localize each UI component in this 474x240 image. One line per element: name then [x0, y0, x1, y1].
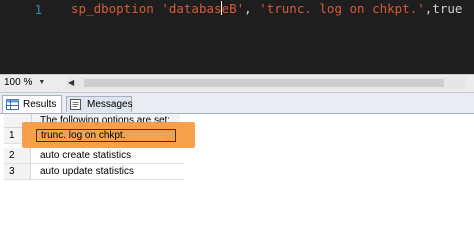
code-comma: , — [244, 1, 260, 16]
table-row[interactable]: 2 auto create statistics — [4, 148, 184, 164]
table-cell[interactable]: auto create statistics — [32, 148, 182, 163]
code-value: true — [432, 1, 463, 16]
zoom-select[interactable]: 100 % ▼ — [4, 76, 59, 89]
tab-results[interactable]: Results — [2, 95, 62, 113]
row-number[interactable]: 2 — [4, 148, 31, 163]
horizontal-scrollbar[interactable]: ◀ — [66, 77, 466, 89]
results-tabstrip: Results Messages — [0, 93, 474, 114]
code-db-name-start: 'databas — [161, 1, 222, 16]
table-row[interactable]: 3 auto update statistics — [4, 164, 184, 180]
messages-icon — [70, 99, 83, 110]
line-number: 1 — [34, 3, 42, 17]
zoom-value: 100 % — [4, 77, 33, 88]
table-cell[interactable]: auto update statistics — [32, 164, 182, 179]
tab-messages[interactable]: Messages — [66, 96, 133, 112]
row-number[interactable]: 3 — [4, 164, 31, 179]
chevron-down-icon[interactable]: ▼ — [38, 79, 45, 86]
selected-cell[interactable]: trunc. log on chkpt. — [36, 129, 176, 142]
scrollbar-thumb[interactable] — [84, 79, 444, 87]
tab-messages-label: Messages — [87, 99, 133, 110]
code-line[interactable]: sp_dboption 'databaseB', 'trunc. log on … — [71, 1, 462, 16]
code-db-name-end: eB' — [221, 1, 245, 16]
query-editor[interactable]: 1 sp_dboption 'databaseB', 'trunc. log o… — [0, 0, 474, 74]
code-keyword: sp_dboption — [71, 1, 154, 16]
grid-icon — [6, 99, 19, 110]
scroll-left-icon[interactable]: ◀ — [68, 78, 74, 87]
zoom-bar: 100 % ▼ ◀ — [0, 74, 474, 93]
code-option-string: 'trunc. log on chkpt.' — [259, 1, 425, 16]
tab-results-label: Results — [23, 99, 57, 110]
